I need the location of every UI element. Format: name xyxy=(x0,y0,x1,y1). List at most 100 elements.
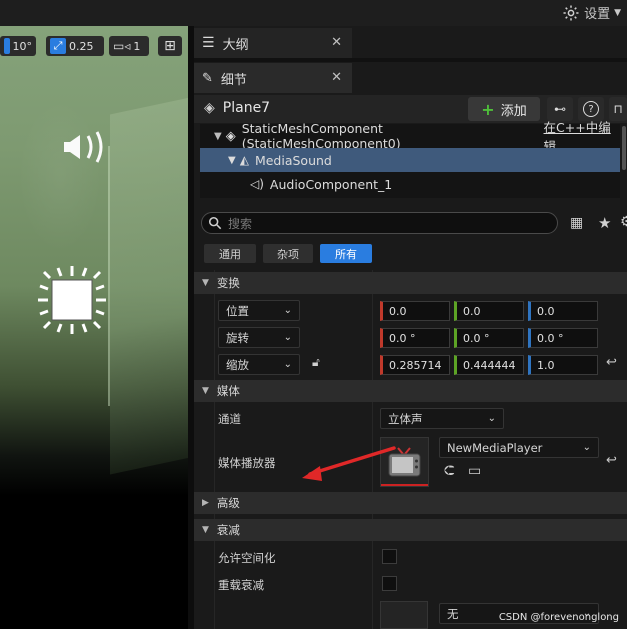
scale-snap-toggle[interactable]: ⤢ 0.25 xyxy=(46,36,104,56)
media-player-label: 媒体播放器 xyxy=(218,456,276,470)
tab-details-label: 细节 xyxy=(220,72,247,88)
reset-arrow-icon[interactable]: ↩ xyxy=(606,355,617,370)
search-icon xyxy=(208,216,222,230)
filter-general-button[interactable]: 通用 xyxy=(204,244,256,263)
filter-all-button[interactable]: 所有 xyxy=(320,244,372,263)
tab-outliner-label: 大纲 xyxy=(222,37,249,53)
level-viewport[interactable]: 10° ⤢ 0.25 ▭◃ 1 ⊞ xyxy=(0,26,190,629)
use-selected-icon[interactable]: ⮈ xyxy=(444,463,455,479)
property-allow-spatialization: 允许空间化 xyxy=(194,544,627,570)
property-channel: 通道 立体声 ⌄ xyxy=(194,405,627,431)
collapse-arrow-icon: ▼ xyxy=(202,386,209,396)
top-toolbar xyxy=(0,0,627,26)
tab-outliner[interactable]: ☰ 大纲 ✕ xyxy=(194,28,352,58)
search-placeholder: 搜索 xyxy=(228,216,253,231)
scale-snap-value: 0.25 xyxy=(69,39,94,53)
rotation-z-value: 0.0 ° xyxy=(537,331,564,345)
tree-item-label: AudioComponent_1 xyxy=(269,176,393,192)
media-player-dropdown[interactable]: NewMediaPlayer ⌄ xyxy=(439,437,599,458)
add-component-button[interactable]: + 添加 xyxy=(468,97,540,121)
section-advanced-label: 高级 xyxy=(216,496,240,510)
media-player-value: NewMediaPlayer xyxy=(447,440,543,455)
speaker-icon: ◁) xyxy=(250,177,264,191)
settings-button[interactable]: 设置 ▼ xyxy=(562,3,621,22)
star-icon[interactable]: ★ xyxy=(598,214,611,232)
scale-z-value: 1.0 xyxy=(537,358,555,372)
scale-x-field[interactable]: 0.285714 xyxy=(380,355,450,375)
tree-item-label: StaticMeshComponent (StaticMeshComponent… xyxy=(241,121,401,151)
camera-speed-button[interactable]: ▭◃ 1 xyxy=(109,36,149,56)
close-icon[interactable]: ✕ xyxy=(331,70,342,85)
channel-label: 通道 xyxy=(218,412,241,426)
viewport-layout-button[interactable]: ⊞ xyxy=(158,36,182,56)
channel-dropdown[interactable]: 立体声 ⌄ xyxy=(380,408,504,429)
viewport-wall xyxy=(110,97,190,475)
attenuation-dropdown-value: 无 xyxy=(447,606,459,621)
lock-icon: ⊓ xyxy=(613,102,623,116)
rotation-y-field[interactable]: 0.0 ° xyxy=(454,328,524,348)
section-media[interactable]: ▼ 媒体 xyxy=(194,380,627,402)
tree-item-audiocomponent[interactable]: ◁) AudioComponent_1 xyxy=(200,172,620,196)
tab-details[interactable]: ✎ 细节 ✕ xyxy=(194,63,352,93)
expand-arrow-icon: ▶ xyxy=(202,498,209,508)
search-input[interactable]: 搜索 xyxy=(201,212,558,234)
chevron-down-icon: ⌄ xyxy=(582,442,591,453)
settings-gear-icon[interactable]: ⚙ xyxy=(620,214,627,230)
rotation-label: 旋转 xyxy=(226,330,249,345)
hierarchy-icon: ⊷ xyxy=(554,102,566,116)
override-attenuation-label: 重载衰减 xyxy=(218,578,264,592)
scale-y-field[interactable]: 0.444444 xyxy=(454,355,524,375)
allow-spatialization-label: 允许空间化 xyxy=(218,551,276,565)
scale-dropdown[interactable]: 缩放 ⌄ xyxy=(218,354,300,375)
attenuation-thumbnail[interactable] xyxy=(380,601,428,629)
point-light-icon[interactable] xyxy=(36,264,108,336)
location-y-field[interactable]: 0.0 xyxy=(454,301,524,321)
object-name: Plane7 xyxy=(222,100,271,116)
browse-folder-icon[interactable]: ▭ xyxy=(468,463,481,479)
collapse-arrow-icon: ▼ xyxy=(202,525,209,535)
property-rotation: 旋转 ⌄ 0.0 ° 0.0 ° 0.0 ° xyxy=(194,324,627,350)
angle-snap-toggle[interactable]: 10° xyxy=(0,36,36,56)
allow-spatialization-checkbox[interactable] xyxy=(382,549,397,564)
chevron-down-icon: ⌄ xyxy=(283,332,292,343)
object-title: ◈ Plane7 xyxy=(204,100,270,116)
location-x-field[interactable]: 0.0 xyxy=(380,301,450,321)
rotation-x-value: 0.0 ° xyxy=(389,331,416,345)
location-y-value: 0.0 xyxy=(463,304,481,318)
audio-speaker-icon[interactable] xyxy=(62,130,112,164)
rotation-dropdown[interactable]: 旋转 ⌄ xyxy=(218,327,300,348)
section-transform[interactable]: ▼ 变换 xyxy=(194,272,627,294)
expand-arrow-icon: ▼ xyxy=(228,154,236,166)
reset-arrow-icon[interactable]: ↩ xyxy=(606,453,617,468)
tree-scrollbar[interactable] xyxy=(622,126,626,170)
tree-item-label: MediaSound xyxy=(254,152,332,168)
location-z-field[interactable]: 0.0 xyxy=(528,301,598,321)
tree-item-mediasound[interactable]: ▼ ◭ MediaSound xyxy=(200,148,620,172)
pencil-icon: ✎ xyxy=(202,70,213,86)
annotation-arrow xyxy=(302,446,396,481)
rotation-x-field[interactable]: 0.0 ° xyxy=(380,328,450,348)
table-view-icon[interactable]: ▦ xyxy=(570,215,583,231)
section-media-label: 媒体 xyxy=(216,384,240,398)
close-icon[interactable]: ✕ xyxy=(331,35,342,50)
property-location: 位置 ⌄ 0.0 0.0 0.0 xyxy=(194,297,627,323)
property-override-attenuation: 重载衰减 xyxy=(194,571,627,597)
section-transform-label: 变换 xyxy=(216,276,240,290)
channel-value: 立体声 xyxy=(388,411,423,426)
unlock-icon[interactable]: 🔓︎ xyxy=(312,355,320,370)
rotation-y-value: 0.0 ° xyxy=(463,331,490,345)
override-attenuation-checkbox[interactable] xyxy=(382,576,397,591)
tree-item-staticmesh[interactable]: ▼ ◈ StaticMeshComponent (StaticMeshCompo… xyxy=(200,120,620,154)
section-advanced[interactable]: ▶ 高级 xyxy=(194,492,627,514)
gear-icon xyxy=(563,5,579,20)
section-attenuation[interactable]: ▼ 衰减 xyxy=(194,519,627,541)
camera-speed-value: 1 xyxy=(133,39,141,53)
location-dropdown[interactable]: 位置 ⌄ xyxy=(218,300,300,321)
scale-z-field[interactable]: 1.0 xyxy=(528,355,598,375)
viewport-corner-edge xyxy=(108,146,110,406)
rotation-z-field[interactable]: 0.0 ° xyxy=(528,328,598,348)
filter-general-label: 通用 xyxy=(219,247,241,261)
scale-snap-icon: ⤢ xyxy=(50,38,66,54)
filter-misc-button[interactable]: 杂项 xyxy=(263,244,313,263)
tab-separator xyxy=(194,58,627,62)
